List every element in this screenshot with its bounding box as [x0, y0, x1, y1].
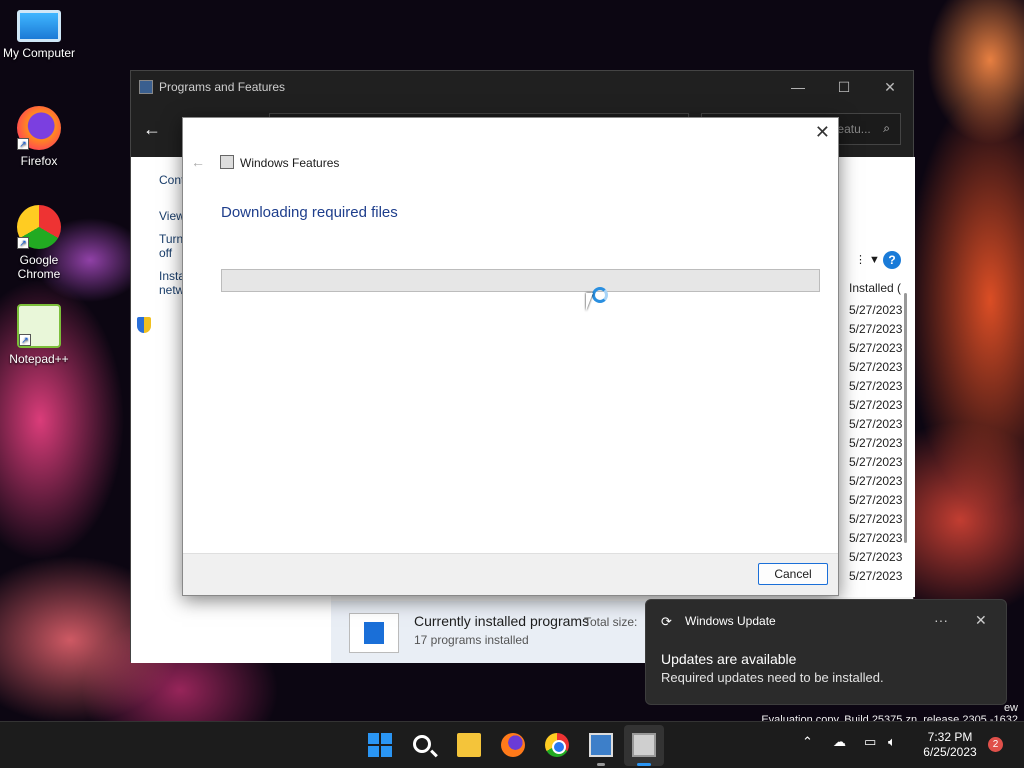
volume-icon[interactable]: 🔈︎	[888, 734, 896, 750]
network-icon[interactable]: ▭	[864, 734, 876, 750]
desktop-icon-notepadpp[interactable]: ↗ Notepad++	[1, 304, 77, 366]
programs-count: 17 programs installed	[414, 633, 529, 647]
installed-date-cell: 5/27/2023	[849, 493, 903, 507]
firefox-icon: ↗	[17, 106, 61, 150]
toast-heading: Updates are available	[661, 651, 797, 667]
shield-icon	[137, 317, 151, 333]
chevron-up-icon[interactable]: ⌃	[802, 734, 813, 750]
task-link[interactable]: View	[159, 209, 185, 223]
start-button[interactable]	[368, 733, 392, 757]
total-size-label: Total size:	[584, 615, 638, 629]
task-link[interactable]: Turn off	[159, 232, 183, 260]
control-panel-icon[interactable]	[589, 733, 613, 757]
installed-date-cell: 5/27/2023	[849, 569, 903, 583]
chrome-icon[interactable]	[545, 733, 569, 757]
program-list: ⋮ ▼ ? Installed ( 5/27/2023 5/27/2023 5/27…	[839, 157, 915, 597]
onedrive-offline-icon[interactable]: ☁	[833, 734, 846, 750]
windows-features-dialog: ✕ ← Windows Features Downloading require…	[182, 117, 839, 596]
installed-dates: 5/27/2023 5/27/2023 5/27/2023 5/27/2023 5/27…	[849, 303, 902, 588]
installed-date-cell: 5/27/2023	[849, 360, 903, 374]
installed-date-cell: 5/27/2023	[849, 436, 903, 450]
installed-date-cell: 5/27/2023	[849, 550, 903, 564]
desktop-icon-label: Notepad++	[9, 352, 69, 366]
shortcut-arrow-icon: ↗	[19, 334, 31, 346]
clock-time: 7:32 PM	[927, 730, 973, 744]
toast-close-button[interactable]: ✕	[975, 612, 987, 629]
vertical-scrollbar[interactable]	[904, 293, 907, 543]
summary-title: Currently installed programs	[414, 613, 590, 629]
maximize-button[interactable]: ☐	[821, 79, 867, 96]
cancel-button[interactable]: Cancel	[758, 563, 828, 585]
window-title: Programs and Features	[159, 80, 286, 94]
desktop-icon-label: Google Chrome	[17, 253, 61, 281]
toast-body: Required updates need to be installed.	[661, 670, 884, 685]
window-titlebar[interactable]: Programs and Features — ☐ ✕	[131, 71, 913, 103]
search-icon[interactable]	[413, 735, 431, 753]
sync-icon: ⟳	[661, 614, 672, 629]
toast-app-name: Windows Update	[685, 614, 776, 628]
shortcut-arrow-icon: ↗	[17, 237, 29, 249]
view-dropdown-icon[interactable]: ⋮ ▼	[855, 253, 880, 266]
notepadpp-icon: ↗	[17, 304, 61, 348]
clock[interactable]: 7:32 PM 6/25/2023	[918, 730, 982, 760]
firefox-icon[interactable]	[501, 733, 525, 757]
task-link[interactable]: Cont	[159, 173, 184, 187]
notification-toast[interactable]: ⟳ Windows Update ··· ✕ Updates are avail…	[645, 599, 1007, 705]
installed-date-cell: 5/27/2023	[849, 398, 903, 412]
windows-features-icon[interactable]	[632, 733, 656, 757]
dialog-title: Windows Features	[240, 156, 340, 170]
desktop-icon-chrome[interactable]: ↗ Google Chrome	[1, 205, 77, 281]
busy-spinner-icon	[592, 287, 608, 303]
desktop-icon-firefox[interactable]: ↗ Firefox	[1, 106, 77, 168]
installed-date-cell: 5/27/2023	[849, 303, 903, 317]
windows-features-icon	[220, 155, 234, 169]
installed-date-cell: 5/27/2023	[849, 322, 903, 336]
dialog-close-button[interactable]: ✕	[815, 122, 830, 143]
column-header-installed[interactable]: Installed (	[849, 281, 901, 295]
list-toolbar: ⋮ ▼ ?	[839, 251, 915, 275]
clock-date: 6/25/2023	[923, 745, 977, 759]
search-icon: ⌕	[883, 121, 890, 135]
desktop-icon-my-computer[interactable]: My Computer	[1, 10, 77, 60]
active-indicator	[637, 763, 651, 766]
installed-date-cell: 5/27/2023	[849, 455, 903, 469]
back-arrow-icon[interactable]: ←	[143, 119, 161, 140]
mouse-cursor-icon	[586, 293, 593, 311]
installed-date-cell: 5/27/2023	[849, 474, 903, 488]
chrome-icon: ↗	[17, 205, 61, 249]
control-panel-icon	[139, 80, 153, 94]
installed-date-cell: 5/27/2023	[849, 417, 903, 431]
installed-date-cell: 5/27/2023	[849, 531, 903, 545]
notification-badge[interactable]: 2	[988, 737, 1003, 752]
download-progress-bar	[221, 269, 820, 292]
desktop-icon-label: Firefox	[20, 154, 58, 168]
minimize-button[interactable]: —	[775, 79, 821, 96]
programs-icon	[349, 613, 399, 653]
help-icon[interactable]: ?	[883, 251, 901, 269]
more-options-button[interactable]: ···	[934, 612, 948, 628]
close-button[interactable]: ✕	[867, 79, 913, 96]
status-heading: Downloading required files	[221, 204, 398, 221]
desktop-icon-label: My Computer	[2, 46, 76, 60]
installed-date-cell: 5/27/2023	[849, 512, 903, 526]
dialog-footer: Cancel	[183, 553, 838, 595]
running-indicator	[597, 763, 605, 766]
installed-date-cell: 5/27/2023	[849, 341, 903, 355]
file-explorer-icon[interactable]	[457, 733, 481, 757]
shortcut-arrow-icon: ↗	[17, 138, 29, 150]
installed-date-cell: 5/27/2023	[849, 379, 903, 393]
back-arrow-icon: ←	[191, 154, 205, 170]
monitor-icon	[17, 10, 61, 42]
taskbar: ⌃ ☁ ▭ 🔈︎ 7:32 PM 6/25/2023 2	[0, 721, 1024, 768]
